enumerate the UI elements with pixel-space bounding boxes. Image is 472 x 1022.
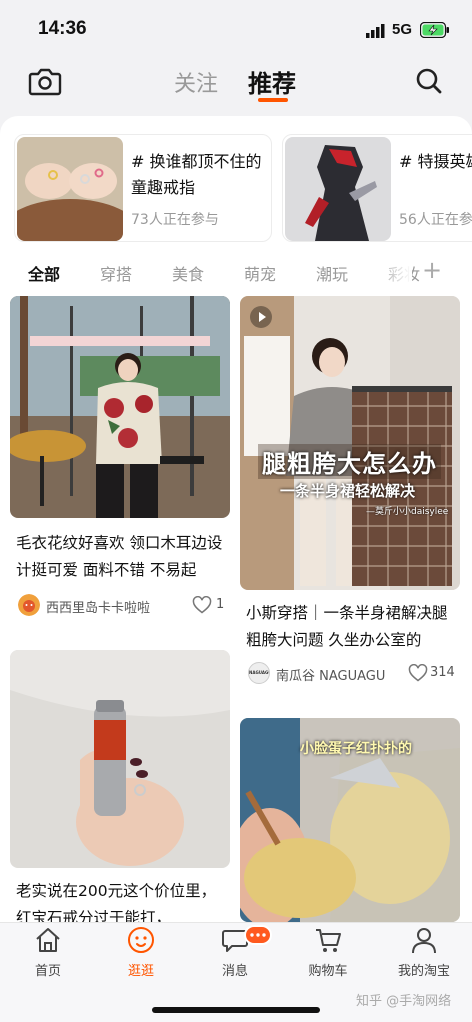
image-caption: 腿粗胯大怎么办 <box>258 444 441 479</box>
feed-image <box>10 650 230 868</box>
author-name: 南瓜谷 NAGUAGU <box>276 669 386 684</box>
feed-image <box>10 296 230 518</box>
author-avatar <box>18 594 40 616</box>
category-fade <box>372 256 412 286</box>
tab-follow[interactable]: 关注 <box>174 66 218 98</box>
status-time: 14:36 <box>38 18 87 39</box>
feed-image: 腿粗胯大怎么办 一条半身裙轻松解决 —莫斤小小daisylee <box>240 296 460 590</box>
nav-label: 购物车 <box>308 964 348 979</box>
image-caption: —莫斤小小daisylee <box>366 507 449 517</box>
author-name: 西西里岛卡卡啦啦 <box>46 601 151 616</box>
nav-cart[interactable]: 购物车 <box>293 926 363 982</box>
feed-card[interactable]: 腿粗胯大怎么办 一条半身裙轻松解决 —莫斤小小daisylee 小斯穿搭｜一条半… <box>240 296 462 690</box>
nav-home[interactable]: 首页 <box>13 926 83 982</box>
topic-thumbnail <box>17 137 123 241</box>
category-tab-food[interactable]: 美食 <box>172 261 204 285</box>
watermark: 知乎 @手淘网络 <box>356 994 452 1009</box>
add-category-button[interactable]: + <box>422 256 442 284</box>
home-indicator <box>152 1007 320 1013</box>
nav-label: 首页 <box>34 964 61 979</box>
category-tab-trendy-toys[interactable]: 潮玩 <box>316 261 348 285</box>
video-icon <box>250 306 272 328</box>
signal-icon <box>366 24 385 38</box>
feed-card[interactable]: 老实说在200元这个价位里，红宝石戒分过于能打， <box>10 650 232 922</box>
feed-image: 小脸蛋子红扑扑的 <box>240 718 460 922</box>
topic-thumbnail <box>285 137 391 241</box>
home-icon <box>36 928 60 952</box>
camera-icon[interactable] <box>28 66 62 96</box>
profile-icon <box>412 928 436 954</box>
nav-label: 我的淘宝 <box>397 964 450 979</box>
author-avatar: NAGUAGU <box>248 662 270 684</box>
topic-title: # 特摄英雄令 <box>399 152 472 171</box>
network-label: 5G <box>392 21 413 38</box>
search-icon[interactable] <box>414 66 444 96</box>
category-tab-all[interactable]: 全部 <box>28 261 60 285</box>
feed-card[interactable]: 毛衣花纹好喜欢 领口木耳边设计挺可爱 面料不错 不易起 西西里岛卡卡啦啦 1 <box>10 296 232 626</box>
nav-profile[interactable]: 我的淘宝 <box>389 926 459 982</box>
nav-explore[interactable]: 逛逛 <box>106 926 176 982</box>
topic-card-tokusatsu[interactable]: # 特摄英雄令 56人正在参与 <box>282 134 472 242</box>
battery-charging-icon <box>420 22 449 38</box>
explore-icon <box>128 927 154 953</box>
header <box>0 56 472 116</box>
category-tab-outfit[interactable]: 穿搭 <box>100 261 132 285</box>
tab-recommend[interactable]: 推荐 <box>248 64 296 99</box>
like-count: 314 <box>430 665 455 680</box>
nav-label: 消息 <box>221 964 248 979</box>
like-icon[interactable] <box>192 596 212 614</box>
category-tab-pets[interactable]: 萌宠 <box>244 261 276 285</box>
topic-participants: 73人正在参与 <box>131 212 219 228</box>
nav-label: 逛逛 <box>127 964 154 979</box>
feed-title: 毛衣花纹好喜欢 领口木耳边设计挺可爱 面料不错 不易起 <box>16 534 223 579</box>
active-tab-indicator <box>258 98 288 102</box>
like-count: 1 <box>216 597 225 612</box>
image-caption: 一条半身裙轻松解决 <box>280 482 416 500</box>
feed-title: 小斯穿搭｜一条半身裙解决腿粗胯大问题 久坐办公室的 <box>246 604 448 649</box>
like-icon[interactable] <box>408 664 428 682</box>
topic-title: # 换谁都顶不住的童趣戒指 <box>131 152 262 197</box>
feed-title: 老实说在200元这个价位里，红宝石戒分过于能打， <box>16 882 217 922</box>
unread-badge <box>244 925 272 945</box>
topic-participants: 56人正在参与 <box>399 212 472 228</box>
cart-icon <box>316 929 341 952</box>
feed-card[interactable]: 小脸蛋子红扑扑的 <box>240 718 462 922</box>
topic-card-rings[interactable]: # 换谁都顶不住的童趣戒指 73人正在参与 <box>14 134 272 242</box>
image-caption: 小脸蛋子红扑扑的 <box>300 741 412 757</box>
